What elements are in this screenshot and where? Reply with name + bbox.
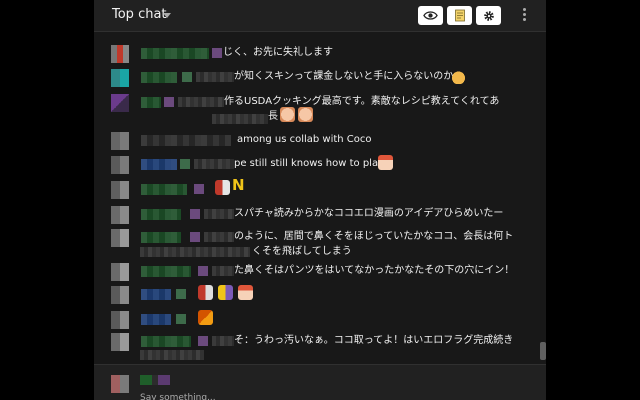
chat-message-input[interactable] bbox=[140, 391, 500, 400]
author-name bbox=[141, 266, 191, 277]
pixelated-text bbox=[178, 97, 224, 107]
member-badge bbox=[180, 159, 190, 169]
author-name bbox=[141, 232, 181, 243]
member-badge bbox=[198, 266, 208, 276]
pixelated-text bbox=[196, 72, 234, 82]
author-name bbox=[141, 289, 171, 300]
author-name bbox=[141, 184, 187, 195]
author-name bbox=[141, 159, 177, 170]
pixelated-text bbox=[212, 266, 234, 276]
author-name bbox=[141, 72, 177, 83]
message-text: そ：うわっ汚いなぁ。ココ取ってよ！はいエロフラグ完成続き bbox=[234, 335, 514, 346]
pixelated-text bbox=[140, 247, 250, 257]
avatar bbox=[111, 286, 129, 304]
avatar bbox=[111, 311, 129, 329]
member-badge bbox=[190, 232, 200, 242]
message-text: た鼻くそはパンツをはいてなかったかなたその下の穴にイン！ bbox=[234, 265, 515, 276]
member-badge bbox=[212, 48, 222, 58]
chat-mode-dropdown[interactable]: Top chat bbox=[112, 7, 167, 22]
cat-emoji bbox=[451, 69, 466, 84]
avatar bbox=[111, 181, 129, 199]
member-badge bbox=[194, 184, 204, 194]
pixelated-text bbox=[204, 232, 234, 242]
message-text: じく、お先に失礼します bbox=[223, 47, 333, 58]
avatar bbox=[111, 156, 129, 174]
face-emoji bbox=[238, 285, 253, 300]
author-name bbox=[141, 135, 231, 146]
eye-toggle-button[interactable] bbox=[418, 6, 443, 25]
message-text-line2: くそを飛ばしてしまう bbox=[252, 246, 352, 257]
avatar bbox=[111, 94, 129, 112]
settings-button[interactable] bbox=[476, 6, 501, 25]
pixelated-text bbox=[194, 159, 234, 169]
caret-down-icon[interactable] bbox=[163, 13, 171, 18]
member-badge bbox=[182, 72, 192, 82]
pixel-emoji bbox=[198, 285, 213, 300]
author-name bbox=[141, 48, 209, 59]
avatar bbox=[111, 333, 129, 351]
chat-input-area bbox=[94, 364, 546, 400]
message-text: スパチャ読みからかなココエロ漫画のアイデアひらめいたー bbox=[234, 208, 504, 219]
chat-header: Top chat bbox=[94, 0, 546, 32]
user-avatar bbox=[111, 375, 129, 393]
message-list: じく、お先に失礼します が知くスキンって課金しないと手に入らないのか 作るUSD… bbox=[94, 32, 538, 364]
message-text: 作るUSDAクッキング最高です。素敵なレシピ教えてくれてあ bbox=[224, 96, 500, 107]
author-name bbox=[141, 336, 191, 347]
chat-panel: Top chat じく、お先に失礼します が知くスキンって課金しないと手に入らな… bbox=[94, 0, 546, 400]
pixel-emoji bbox=[198, 310, 213, 325]
avatar bbox=[111, 263, 129, 281]
avatar bbox=[111, 69, 129, 87]
avatar bbox=[111, 45, 129, 63]
face-emoji bbox=[378, 155, 393, 170]
author-name bbox=[141, 314, 171, 325]
pixelated-text bbox=[212, 114, 268, 124]
message-text: のように、居間で鼻くそをほじっていたかなココ、会長は何ト bbox=[234, 231, 514, 242]
member-badge bbox=[164, 97, 174, 107]
message-text: among us collab with Coco bbox=[237, 134, 372, 145]
avatar bbox=[111, 229, 129, 247]
avatar bbox=[111, 206, 129, 224]
pixelated-text bbox=[204, 209, 234, 219]
user-name bbox=[140, 375, 170, 385]
author-name bbox=[141, 209, 181, 220]
gear-icon bbox=[483, 10, 494, 21]
note-icon bbox=[454, 9, 465, 22]
author-name bbox=[141, 97, 161, 108]
face-emoji bbox=[280, 107, 295, 122]
message-text-line2: 長 bbox=[268, 111, 278, 122]
pixelated-text bbox=[212, 336, 234, 346]
member-badge bbox=[198, 336, 208, 346]
eye-icon bbox=[423, 11, 438, 20]
more-vert-icon[interactable] bbox=[523, 8, 527, 22]
scrollbar[interactable] bbox=[538, 32, 546, 364]
member-badge bbox=[176, 314, 186, 324]
message-text: が知くスキンって課金しないと手に入らないのか bbox=[234, 71, 454, 82]
pixel-emoji bbox=[218, 285, 233, 300]
pixelated-text bbox=[140, 350, 204, 360]
pixel-emoji bbox=[215, 180, 230, 195]
face-emoji bbox=[298, 107, 313, 122]
scrollbar-thumb[interactable] bbox=[540, 342, 546, 360]
member-badge bbox=[190, 209, 200, 219]
message-text: pe still still knows how to play bbox=[234, 158, 384, 169]
note-button[interactable] bbox=[447, 6, 472, 25]
avatar bbox=[111, 132, 129, 150]
member-badge bbox=[176, 289, 186, 299]
message-text: N bbox=[232, 176, 245, 194]
